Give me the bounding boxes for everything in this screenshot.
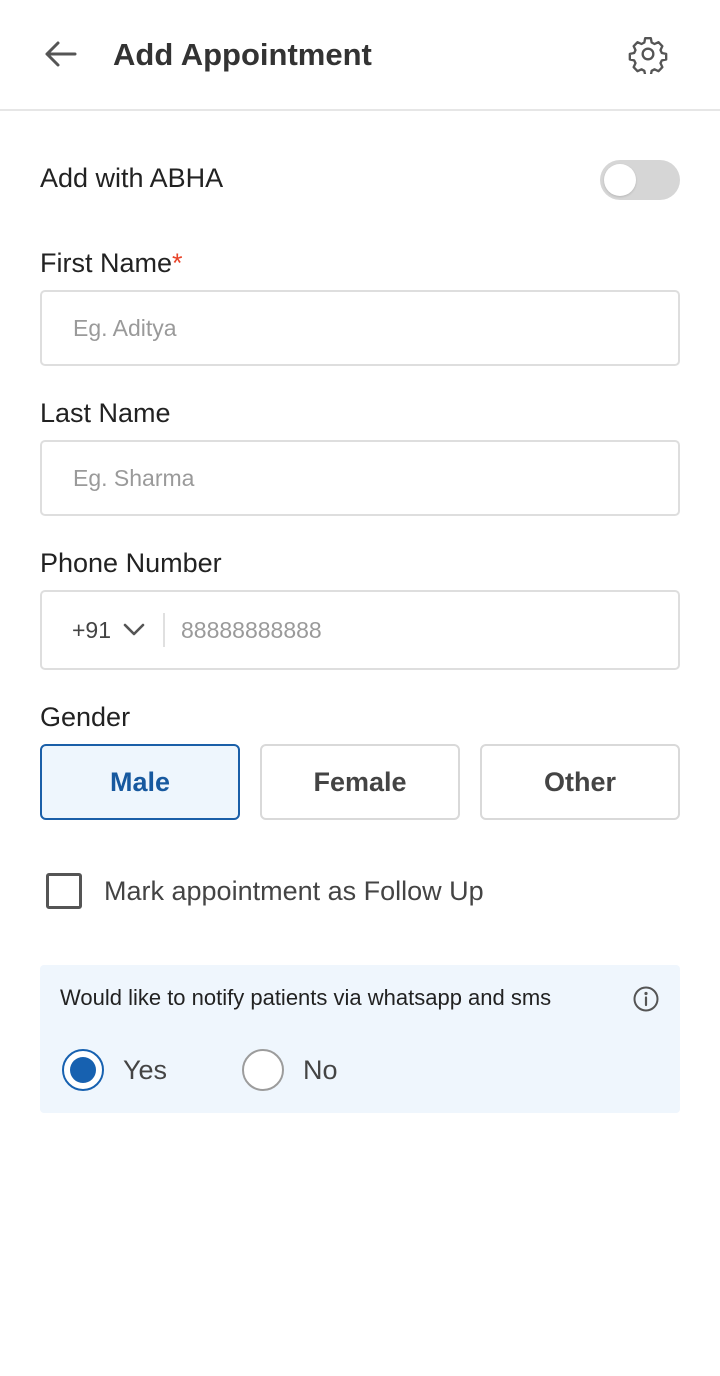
first-name-input[interactable] bbox=[42, 292, 678, 364]
abha-label: Add with ABHA bbox=[40, 163, 224, 193]
yes-label: Yes bbox=[123, 1054, 168, 1085]
gender-male-button[interactable]: Male bbox=[40, 744, 240, 820]
abha-toggle[interactable] bbox=[600, 160, 680, 200]
follow-up-checkbox[interactable] bbox=[46, 873, 82, 909]
gender-female-button[interactable]: Female bbox=[260, 744, 460, 820]
first-name-label: First Name* bbox=[40, 248, 183, 279]
follow-up-label: Mark appointment as Follow Up bbox=[104, 875, 484, 906]
chevron-down-icon bbox=[123, 623, 145, 637]
last-name-field bbox=[40, 440, 680, 516]
first-name-label-text: First Name bbox=[40, 248, 173, 278]
page-title: Add Appointment bbox=[113, 37, 372, 72]
country-code: +91 bbox=[72, 616, 112, 643]
toggle-knob bbox=[604, 164, 636, 196]
last-name-label: Last Name bbox=[40, 398, 171, 428]
yes-radio[interactable] bbox=[62, 1049, 104, 1091]
no-radio[interactable] bbox=[242, 1049, 284, 1091]
phone-label: Phone Number bbox=[40, 548, 222, 578]
settings-button[interactable] bbox=[626, 34, 670, 78]
radio-dot bbox=[70, 1057, 96, 1083]
notify-text: Would like to notify patients via whatsa… bbox=[60, 985, 552, 1010]
phone-field: +91 bbox=[40, 590, 680, 670]
notify-panel: Would like to notify patients via whatsa… bbox=[40, 965, 680, 1113]
info-icon[interactable] bbox=[632, 985, 660, 1013]
phone-input[interactable] bbox=[165, 592, 678, 668]
gender-other-button[interactable]: Other bbox=[480, 744, 680, 820]
back-button[interactable] bbox=[38, 36, 82, 76]
first-name-field bbox=[40, 290, 680, 366]
last-name-input[interactable] bbox=[42, 442, 678, 514]
country-code-select[interactable]: +91 bbox=[42, 592, 145, 668]
notify-yes-option[interactable]: Yes bbox=[62, 1049, 167, 1091]
required-mark: * bbox=[172, 248, 183, 278]
app-header: Add Appointment bbox=[0, 0, 720, 111]
gender-label: Gender bbox=[40, 702, 131, 732]
arrow-left-icon bbox=[43, 40, 77, 73]
no-label: No bbox=[303, 1054, 338, 1085]
gear-icon bbox=[628, 34, 668, 79]
notify-no-option[interactable]: No bbox=[242, 1049, 338, 1091]
follow-up-option[interactable]: Mark appointment as Follow Up bbox=[46, 873, 484, 909]
